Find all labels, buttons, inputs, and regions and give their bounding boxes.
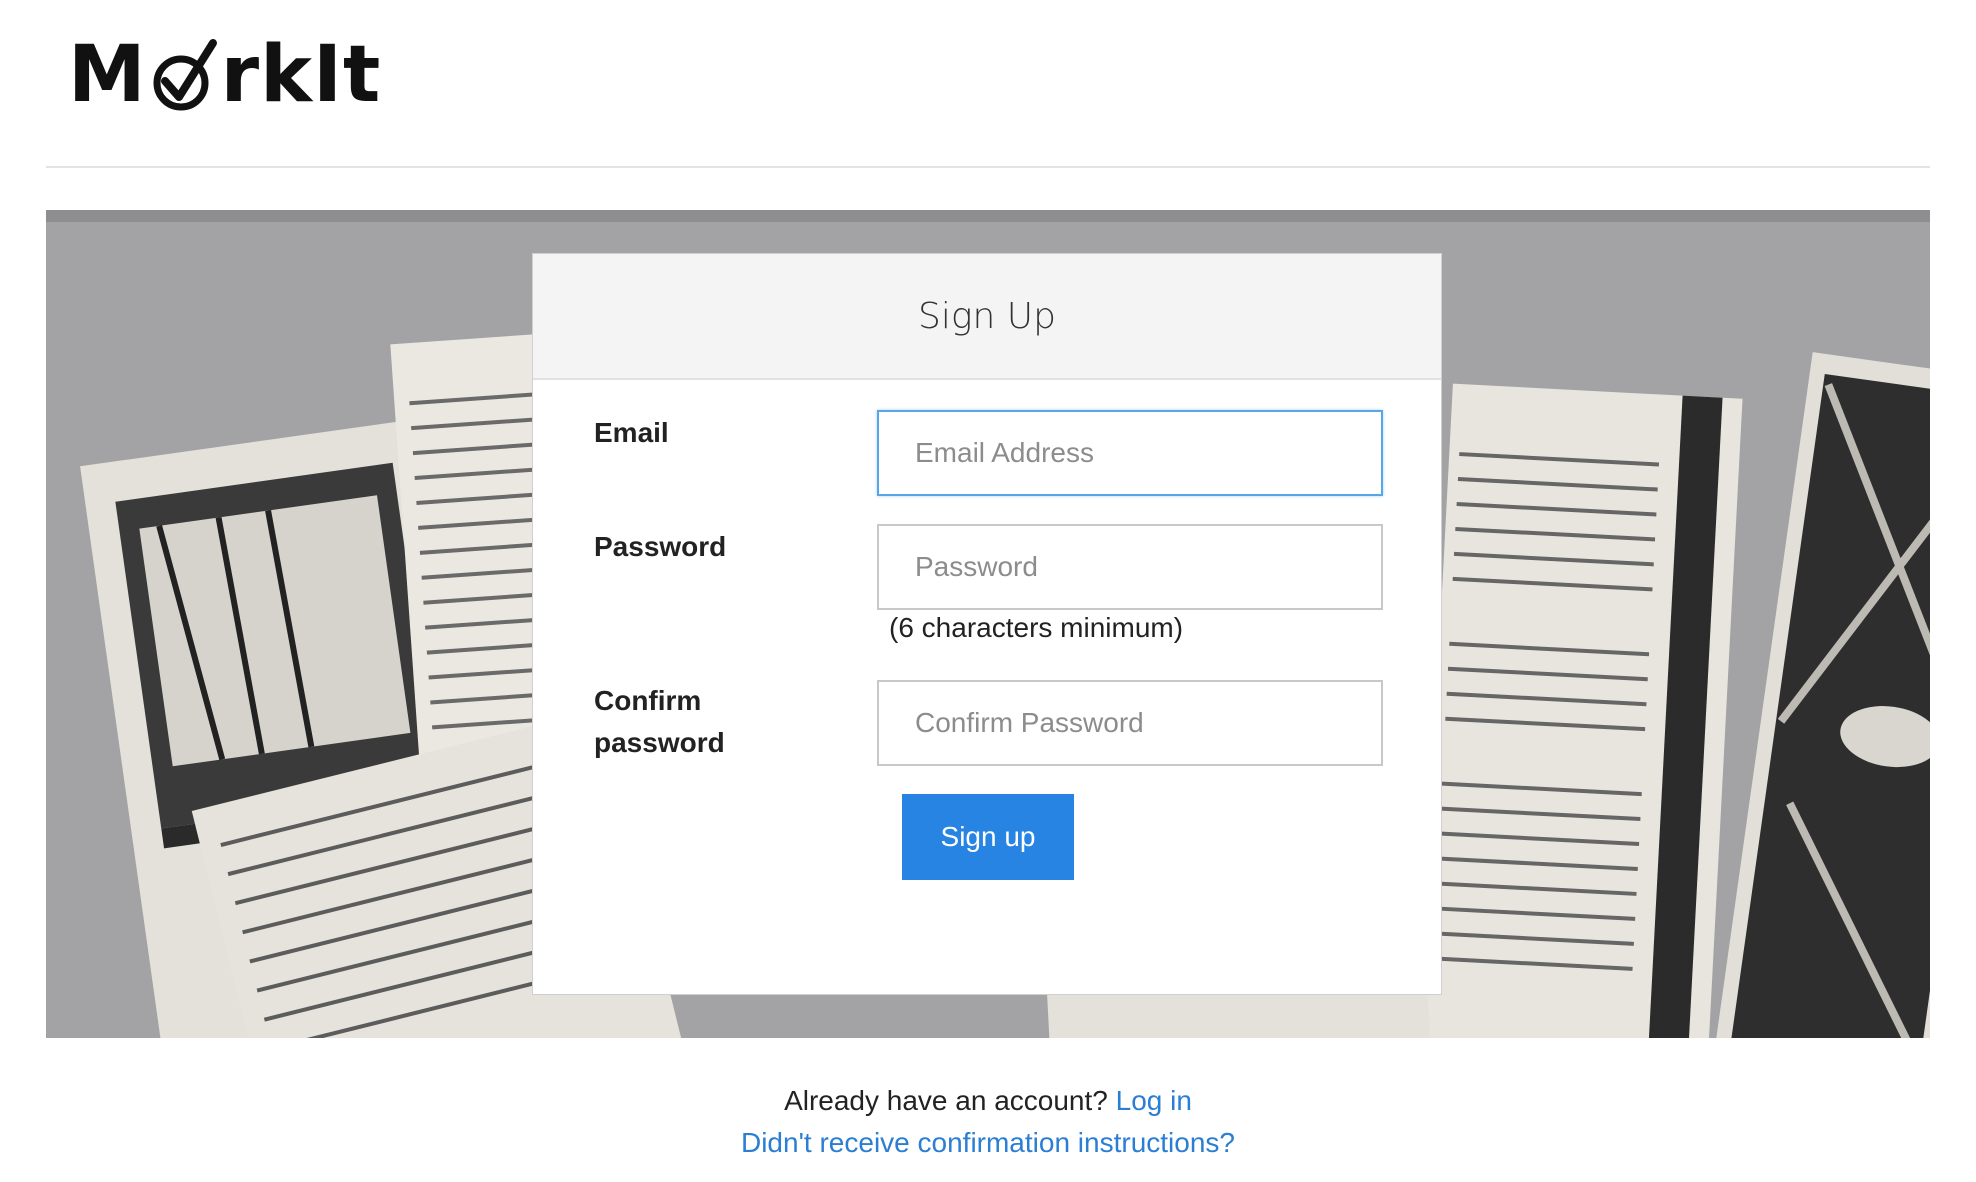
logo-text-end: rkIt: [220, 30, 382, 120]
login-link[interactable]: Log in: [1116, 1085, 1192, 1116]
password-field[interactable]: [877, 524, 1383, 610]
login-prompt-line: Already have an account? Log in: [0, 1080, 1976, 1122]
logo-text-start: M: [68, 30, 147, 120]
password-hint: (6 characters minimum): [889, 612, 1184, 643]
email-field[interactable]: [877, 410, 1383, 496]
signup-card-header: Sign Up: [533, 254, 1441, 380]
signup-title: Sign Up: [918, 295, 1056, 337]
confirm-label-line2: password: [594, 727, 725, 758]
email-label: Email: [594, 417, 669, 448]
confirm-password-label: Confirm password: [594, 680, 725, 764]
confirmation-instructions-link[interactable]: Didn't receive confirmation instructions…: [741, 1127, 1235, 1158]
signup-footer: Already have an account? Log in Didn't r…: [0, 1080, 1976, 1164]
confirm-label-line1: Confirm: [594, 685, 702, 716]
password-label: Password: [594, 531, 727, 562]
check-circle-icon: [153, 39, 217, 111]
account-prompt-text: Already have an account?: [784, 1085, 1108, 1116]
header-divider: [46, 166, 1930, 168]
signup-card: Sign Up Email Password (6 characters min…: [532, 253, 1442, 995]
signup-page: M rkIt Sign Up Email Email Address Passw…: [0, 0, 1976, 1182]
confirmation-line: Didn't receive confirmation instructions…: [0, 1122, 1976, 1164]
confirm-password-field[interactable]: [877, 680, 1383, 766]
brand-logo[interactable]: M rkIt: [68, 36, 381, 114]
sign-up-button[interactable]: Sign up: [902, 794, 1074, 880]
